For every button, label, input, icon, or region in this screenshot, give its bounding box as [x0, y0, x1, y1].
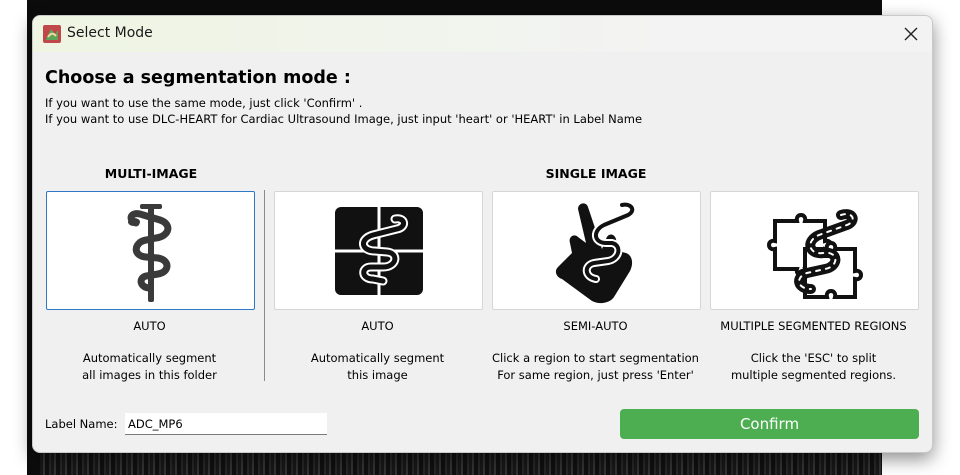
mode-description-line: multiple segmented regions. — [730, 368, 897, 382]
mode-description: Automatically segment this image — [274, 350, 481, 384]
mode-description-line: Automatically segment — [82, 351, 217, 365]
snake-on-puzzle-icon — [766, 208, 863, 299]
section-title-multi-image: MULTI-IMAGE — [104, 166, 198, 181]
title-bar: Select Mode — [33, 16, 932, 52]
mode-title: MULTIPLE SEGMENTED REGIONS — [720, 319, 907, 333]
mode-description: Automatically segment all images in this… — [46, 350, 253, 384]
mode-card-single-auto[interactable] — [274, 191, 483, 310]
mode-description: Click the 'ESC' to split multiple segmen… — [700, 350, 927, 384]
mode-description-line: Click a region to start segmentation — [492, 351, 699, 365]
instruction-line: If you want to use DLC-HEART for Cardiac… — [45, 112, 643, 126]
mode-title: AUTO — [361, 319, 394, 333]
mode-description-line: Click the 'ESC' to split — [750, 351, 877, 365]
mode-description-line: all images in this folder — [82, 368, 217, 382]
confirm-button[interactable]: Confirm — [620, 409, 919, 439]
app-logo-icon — [43, 25, 61, 43]
section-divider — [264, 190, 265, 381]
snake-on-square-icon — [334, 206, 423, 295]
section-title-single-image: SINGLE IMAGE — [545, 166, 647, 181]
mode-card-multiple-regions[interactable] — [710, 191, 919, 310]
label-name-caption: Label Name: — [45, 417, 118, 431]
background-image-texture — [40, 452, 882, 475]
label-name-input[interactable] — [125, 413, 327, 435]
instruction-line: If you want to use the same mode, just c… — [45, 96, 363, 110]
mode-card-multi-auto[interactable] — [46, 191, 255, 310]
close-icon[interactable] — [898, 21, 924, 47]
select-mode-dialog: Select Mode Choose a segmentation mode :… — [32, 15, 933, 453]
staff-of-asclepius-icon — [127, 203, 171, 302]
mode-description-line: Automatically segment — [310, 351, 445, 365]
mode-description-line: this image — [347, 368, 408, 382]
dialog-heading: Choose a segmentation mode : — [45, 68, 351, 88]
mode-card-single-semi-auto[interactable] — [492, 191, 701, 310]
mode-description: Click a region to start segmentation For… — [482, 350, 709, 384]
mode-description-line: For same region, just press 'Enter' — [497, 368, 694, 382]
mode-title: AUTO — [133, 319, 166, 333]
snake-in-hand-icon — [555, 200, 636, 303]
window-title: Select Mode — [67, 25, 153, 41]
mode-title: SEMI-AUTO — [563, 319, 628, 333]
